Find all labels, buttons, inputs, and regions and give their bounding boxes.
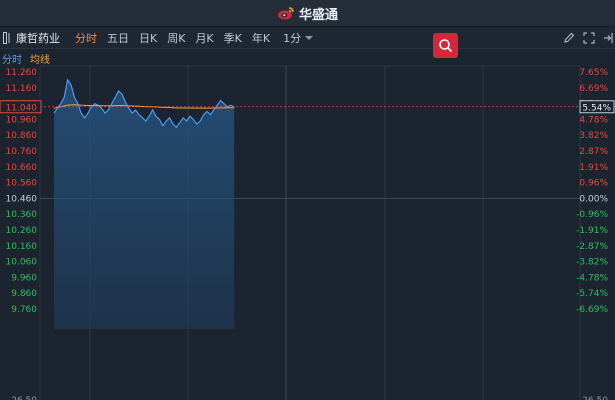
y-tick-left: 10.060	[6, 258, 38, 268]
y-tick-left: 10.260	[6, 226, 38, 236]
price-area	[54, 79, 235, 330]
y-tick-left: 9.860	[11, 289, 37, 299]
y-tick-right: 7.65%	[579, 68, 608, 78]
intraday-chart[interactable]: 11.260 11.160 11.040 10.960 10.860 10.760 10.6…	[0, 0, 615, 400]
y-tick-left: 10.960	[6, 115, 38, 125]
y-tick-right: -1.91%	[576, 226, 608, 236]
current-price-label: 11.040	[6, 103, 38, 113]
y-tick-right: 0.96%	[579, 179, 608, 189]
volume-tick-left: 26.50	[11, 396, 37, 400]
y-tick-right: 1.91%	[579, 163, 608, 173]
y-tick-left: 10.760	[6, 147, 38, 157]
y-tick-left: 10.660	[6, 163, 38, 173]
search-button[interactable]	[433, 33, 458, 58]
y-tick-right: 3.82%	[579, 131, 608, 141]
y-tick-left: 9.960	[11, 273, 37, 283]
y-tick-left: 10.360	[6, 210, 38, 220]
y-tick-left: 10.560	[6, 179, 38, 189]
y-tick-right: 2.87%	[579, 147, 608, 157]
y-tick-left: 11.260	[6, 68, 38, 78]
y-tick-left: 11.160	[6, 84, 38, 94]
y-tick-right: -5.74%	[576, 289, 608, 299]
y-tick-right: -0.96%	[576, 210, 608, 220]
y-tick-right: -4.78%	[576, 273, 608, 283]
y-tick-left: 9.760	[11, 305, 37, 315]
y-tick-right: -3.82%	[576, 258, 608, 268]
y-tick-right: -2.87%	[576, 242, 608, 252]
y-tick-right: 4.78%	[579, 115, 608, 125]
y-tick-left: 10.860	[6, 131, 38, 141]
y-tick-left: 10.460	[6, 194, 38, 204]
y-tick-right: -6.69%	[576, 305, 608, 315]
volume-tick-right: 26.50	[582, 396, 608, 400]
search-icon	[439, 39, 453, 53]
y-tick-right: 0.00%	[579, 194, 608, 204]
current-pct-label: 5.54%	[582, 103, 611, 113]
y-tick-right: 6.69%	[579, 84, 608, 94]
y-tick-left: 10.160	[6, 242, 38, 252]
